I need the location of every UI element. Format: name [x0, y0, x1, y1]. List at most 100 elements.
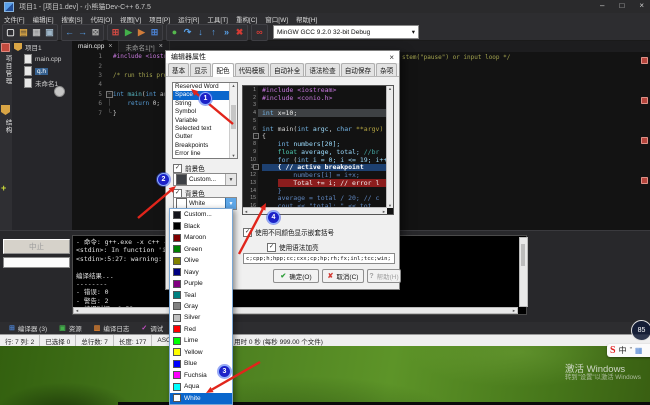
foreground-checkbox-row[interactable]: ✓ 前景色: [173, 163, 205, 173]
tree-file-item[interactable]: q.h: [12, 65, 72, 77]
color-option-aqua[interactable]: Aqua: [170, 381, 232, 392]
preview-vertical-scrollbar[interactable]: ▲▼: [386, 86, 393, 208]
continue-icon[interactable]: »: [220, 26, 233, 39]
menu-item[interactable]: 重构[C]: [232, 14, 261, 24]
watch-icon[interactable]: ∞: [253, 26, 266, 39]
menu-item[interactable]: 代码[O]: [87, 14, 117, 24]
tree-file-item[interactable]: main.cpp: [12, 53, 72, 65]
color-option-white[interactable]: White: [170, 393, 232, 404]
style-list-item[interactable]: Breakpoints: [173, 142, 237, 150]
style-list-item[interactable]: Error line: [173, 150, 237, 158]
close-file-icon[interactable]: ⊠: [89, 26, 102, 39]
dock-icon[interactable]: [641, 177, 648, 184]
close-icon[interactable]: ×: [108, 43, 112, 50]
chevron-down-icon[interactable]: ▼: [225, 174, 236, 185]
color-option-purple[interactable]: Purple: [170, 278, 232, 289]
log-vertical-scrollbar[interactable]: [519, 237, 528, 307]
step-out-icon[interactable]: ↑: [207, 26, 220, 39]
syntax-highlight-checkbox[interactable]: ✓: [267, 243, 276, 252]
syntax-highlight-option[interactable]: ✓ 使用语法加亮: [267, 242, 319, 252]
plus-icon[interactable]: +: [1, 183, 6, 193]
style-list-item[interactable]: Selected text: [173, 125, 237, 133]
color-option-black[interactable]: Black: [170, 220, 232, 231]
dialog-tab-配色[interactable]: 配色: [212, 63, 233, 77]
style-list-item[interactable]: Reserved Word: [173, 83, 237, 91]
compiler-set-select[interactable]: MinGW GCC 9.2.0 32-bit Debug ▾: [273, 25, 419, 39]
rebuild-icon[interactable]: ⊞: [148, 26, 161, 39]
dialog-tab-显示[interactable]: 显示: [190, 63, 211, 76]
style-list-item[interactable]: Variable: [173, 117, 237, 125]
menu-item[interactable]: 文件[F]: [0, 14, 29, 24]
stop-icon[interactable]: ✖: [233, 26, 246, 39]
bottom-tab[interactable]: ▣资源: [53, 323, 88, 333]
sogou-logo[interactable]: S: [610, 346, 616, 356]
color-option-maroon[interactable]: Maroon: [170, 232, 232, 243]
ime-mode-chinese[interactable]: 中: [619, 345, 627, 356]
new-file-icon[interactable]: ▢: [4, 26, 17, 39]
tree-root[interactable]: 项目1: [12, 41, 72, 53]
minimize-button[interactable]: –: [600, 1, 604, 10]
color-option-navy[interactable]: Navy: [170, 266, 232, 277]
ime-toolbar[interactable]: S 中 ” ▦: [607, 344, 650, 357]
menu-item[interactable]: 视图[V]: [116, 14, 145, 24]
color-option-red[interactable]: Red: [170, 324, 232, 335]
color-option-teal[interactable]: Teal: [170, 289, 232, 300]
dialog-tab-杂项[interactable]: 杂项: [376, 63, 397, 76]
dock-icon[interactable]: [641, 57, 648, 64]
activity-label-project[interactable]: 项目管理: [2, 55, 12, 85]
rainbow-brackets-checkbox[interactable]: ✓: [243, 228, 252, 237]
abort-button[interactable]: 中止: [3, 239, 70, 254]
ok-button[interactable]: ✔ 确定(O): [273, 269, 319, 283]
help-button[interactable]: ? 帮助(H): [367, 269, 401, 283]
dialog-tab-基本[interactable]: 基本: [168, 63, 189, 76]
menu-item[interactable]: 项目[P]: [145, 14, 174, 24]
dialog-tab-自动保存[interactable]: 自动保存: [341, 63, 375, 76]
color-option-silver[interactable]: Silver: [170, 312, 232, 323]
editor-tab[interactable]: 未命名1[*]×: [119, 41, 169, 52]
bottom-tab[interactable]: ✓调试: [135, 323, 169, 333]
floating-bubble[interactable]: 85: [631, 320, 650, 341]
project-manager-icon[interactable]: [1, 43, 10, 52]
dialog-tab-语法检查[interactable]: 语法检查: [305, 63, 339, 76]
dialog-tab-自动补全[interactable]: 自动补全: [270, 63, 304, 76]
foreground-color-select[interactable]: Custom... ▼: [173, 173, 237, 186]
shield-icon[interactable]: [1, 105, 10, 115]
run-icon[interactable]: ▶: [122, 26, 135, 39]
bottom-tab[interactable]: ⊞编译器 (3): [3, 323, 53, 333]
bottom-tab[interactable]: ▥编译日志: [88, 323, 136, 333]
dock-icon[interactable]: [641, 137, 648, 144]
fold-collapse-icon[interactable]: −: [106, 91, 113, 98]
menu-item[interactable]: 编辑[E]: [29, 14, 58, 24]
preview-horizontal-scrollbar[interactable]: ◄►: [243, 207, 387, 214]
menu-item[interactable]: 窗口[W]: [261, 14, 292, 24]
undo-icon[interactable]: ←: [63, 26, 76, 39]
activity-label-structure[interactable]: 结构: [2, 119, 12, 134]
style-list-item[interactable]: Gutter: [173, 133, 237, 141]
editor-tab[interactable]: main.cpp×: [72, 41, 119, 52]
rainbow-brackets-option[interactable]: ✓ 使用不同颜色显示嵌套括号: [243, 227, 334, 237]
color-option-lime[interactable]: Lime: [170, 335, 232, 346]
dialog-tab-代码模板[interactable]: 代码模板: [235, 63, 269, 76]
keyboard-icon[interactable]: ▦: [635, 346, 643, 355]
color-option-green[interactable]: Green: [170, 243, 232, 254]
cancel-button[interactable]: ✘ 取消(C): [322, 269, 364, 283]
compile-icon[interactable]: ⊞: [109, 26, 122, 39]
debug-icon[interactable]: ●: [168, 26, 181, 39]
extensions-input[interactable]: [243, 253, 395, 264]
color-option-yellow[interactable]: Yellow: [170, 347, 232, 358]
save-all-icon[interactable]: ▣: [43, 26, 56, 39]
step-into-icon[interactable]: ↓: [194, 26, 207, 39]
menu-item[interactable]: 工具[T]: [203, 14, 232, 24]
dock-icon[interactable]: [641, 97, 648, 104]
color-option-gray[interactable]: Gray: [170, 301, 232, 312]
menu-item[interactable]: 帮助[H]: [292, 14, 321, 24]
redo-icon[interactable]: →: [76, 26, 89, 39]
dialog-close-icon[interactable]: ×: [389, 53, 394, 62]
maximize-button[interactable]: □: [619, 1, 624, 10]
menu-item[interactable]: 搜索[S]: [58, 14, 87, 24]
dialog-title-bar[interactable]: 编辑器属性 ×: [166, 51, 399, 63]
save-icon[interactable]: ▦: [30, 26, 43, 39]
step-over-icon[interactable]: ↷: [181, 26, 194, 39]
compile-run-icon[interactable]: ▶: [135, 26, 148, 39]
ime-punctuation-icon[interactable]: ”: [630, 347, 632, 354]
